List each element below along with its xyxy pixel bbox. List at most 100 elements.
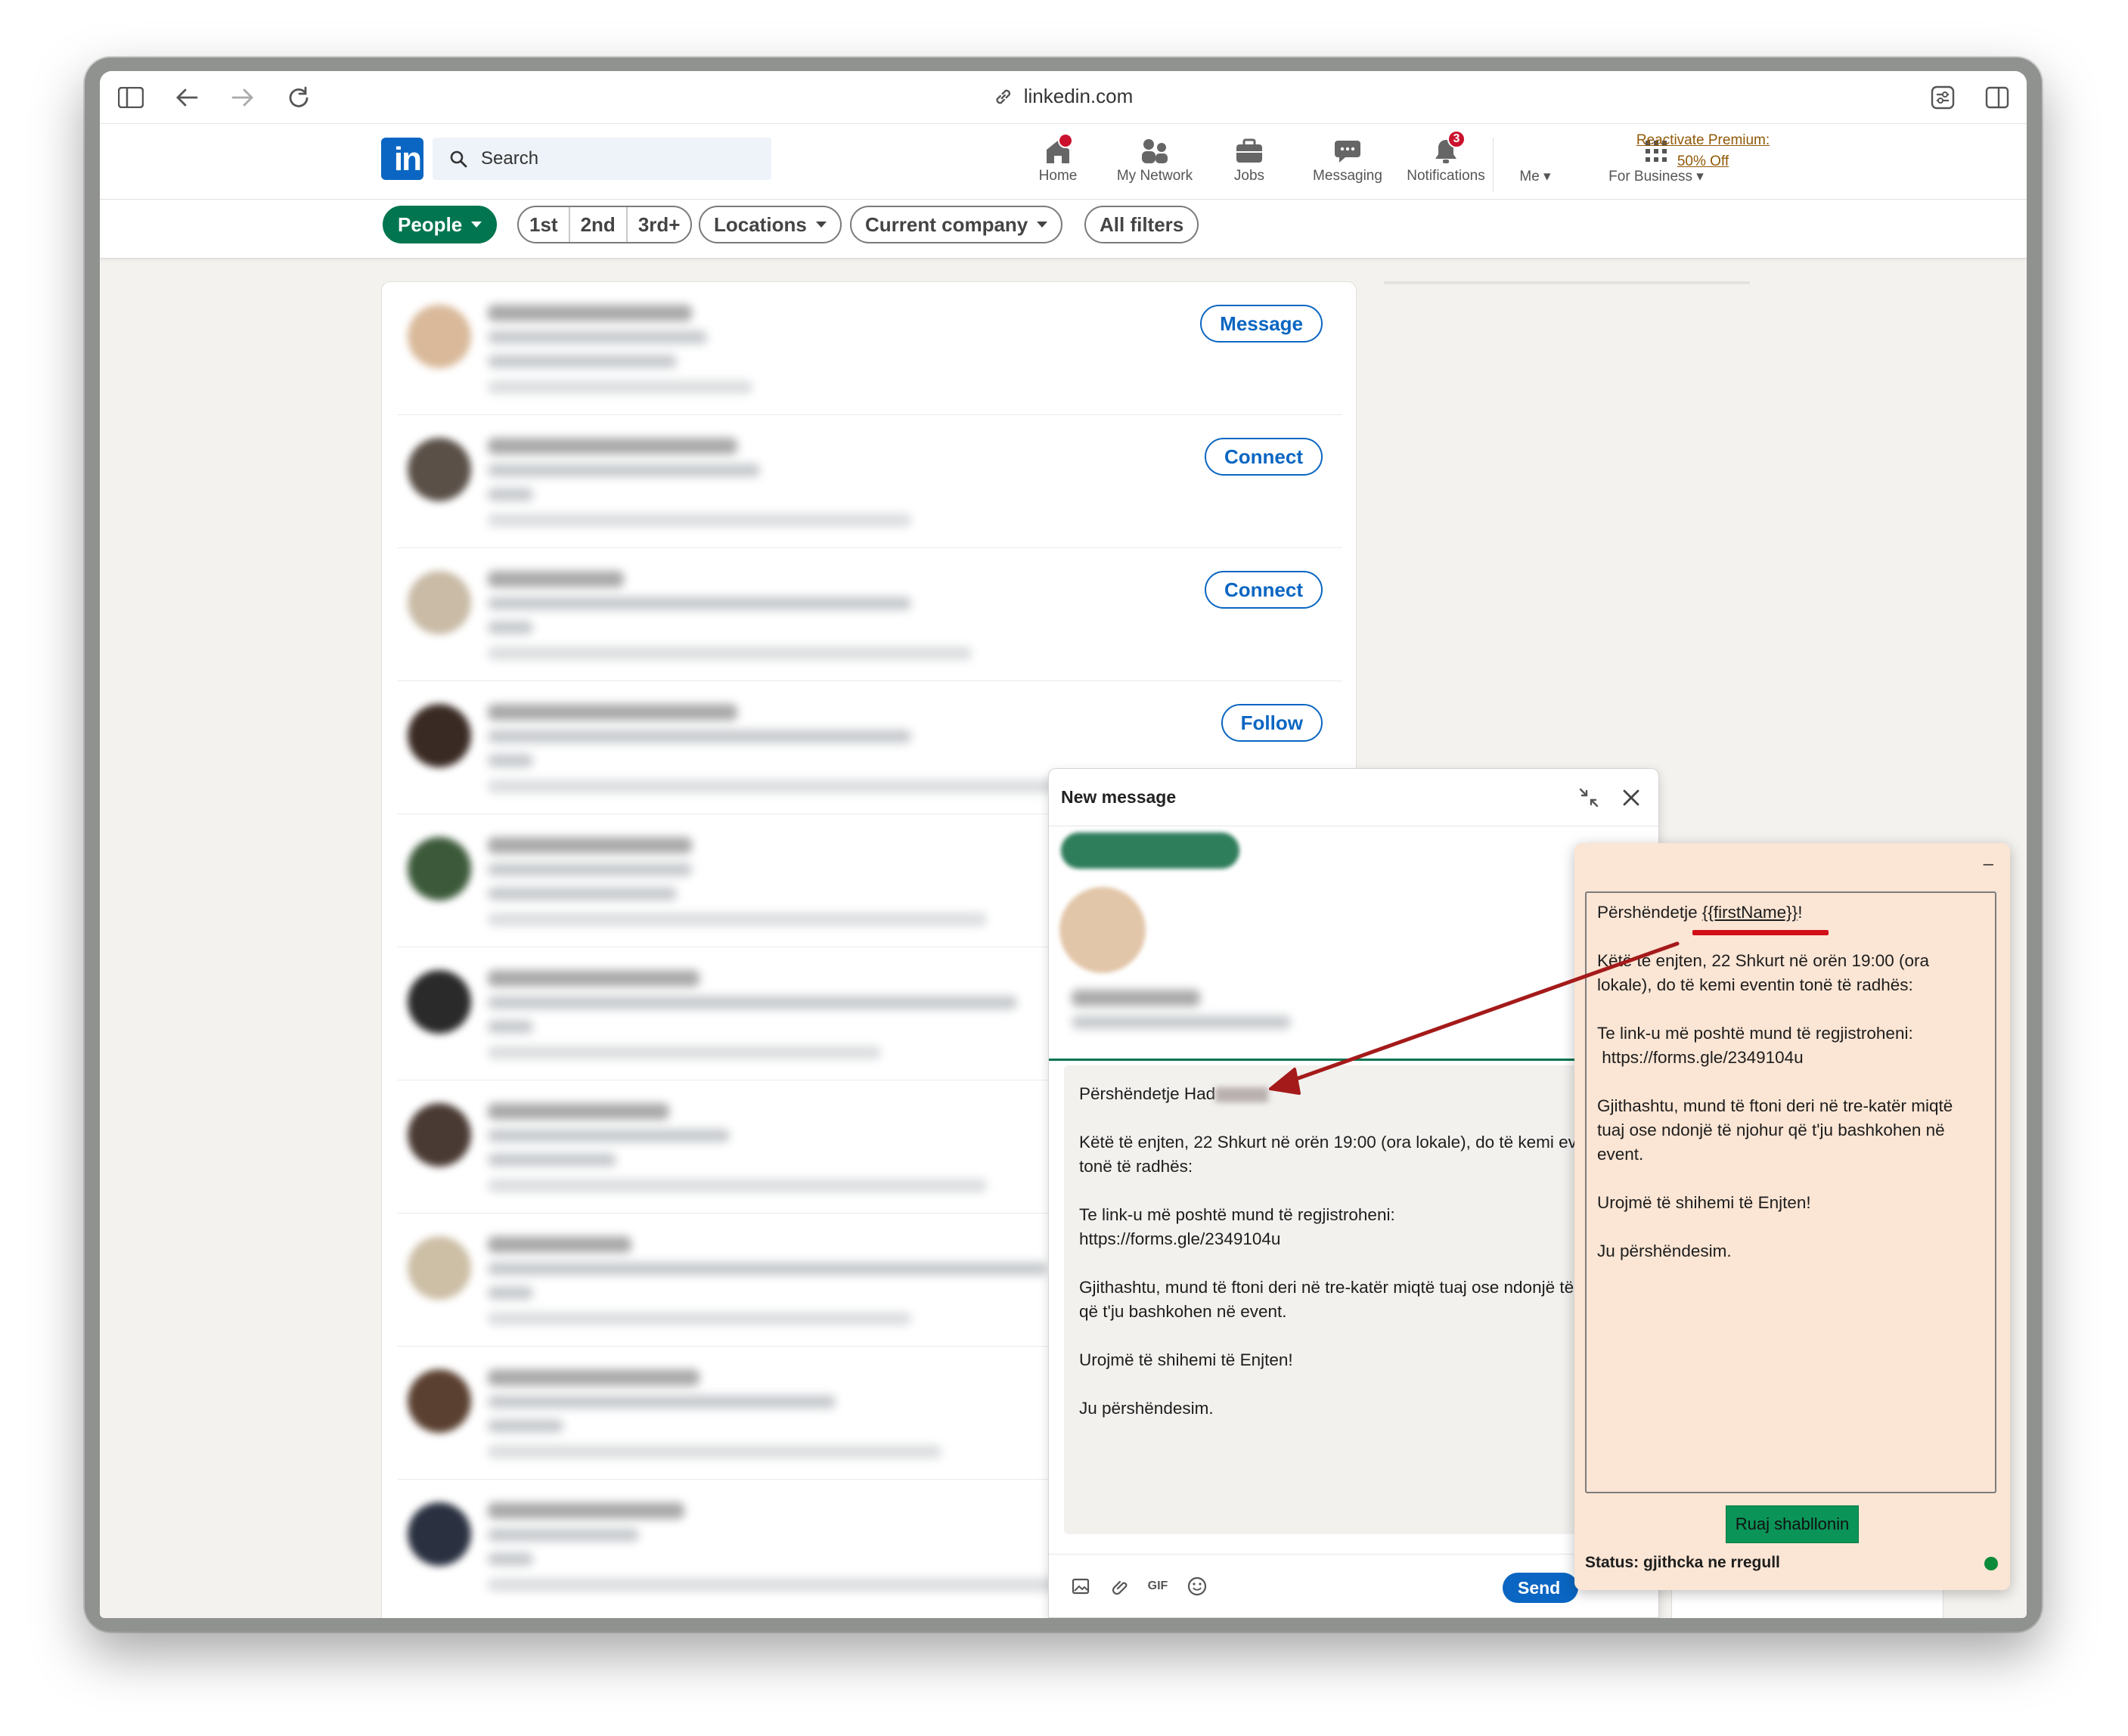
- filter-3rd[interactable]: 3rd+: [628, 207, 691, 242]
- nav-jobs-label: Jobs: [1233, 168, 1265, 184]
- notifications-count: 3: [1447, 130, 1466, 148]
- blurred-connections: [488, 780, 1062, 793]
- linkedin-header: in Search Home My Network Jobs Messaging…: [100, 124, 2027, 200]
- message-textarea[interactable]: Përshëndetje Had Këtë të enjten, 22 Shku…: [1064, 1065, 1646, 1534]
- blurred-location: [488, 887, 677, 901]
- recipient-chip[interactable]: [1061, 832, 1239, 869]
- filter-2nd[interactable]: 2nd: [570, 207, 628, 242]
- close-icon[interactable]: [1618, 784, 1645, 811]
- avatar: [408, 704, 471, 767]
- filter-1st[interactable]: 1st: [519, 207, 570, 242]
- template-placeholder-token: {{firstName}}: [1701, 903, 1798, 922]
- avatar: [408, 305, 471, 368]
- message-header: New message: [1049, 769, 1658, 826]
- avatar-icon: [1518, 135, 1552, 168]
- extension-settings-icon[interactable]: [1928, 83, 1957, 112]
- result-row[interactable]: Connect: [397, 415, 1342, 548]
- minimize-icon[interactable]: [1575, 784, 1602, 811]
- blurred-name: [488, 305, 692, 321]
- nav-jobs[interactable]: Jobs: [1219, 135, 1280, 195]
- blurred-headline: [488, 863, 692, 876]
- status-text: Status: gjithcka ne rregull: [1585, 1554, 1780, 1571]
- back-arrow-icon[interactable]: [172, 83, 201, 112]
- blurred-connections: [488, 1179, 987, 1192]
- network-icon: [1138, 135, 1171, 168]
- split-view-icon[interactable]: [1983, 83, 2012, 112]
- blurred-name: [488, 1236, 631, 1253]
- nav-home[interactable]: Home: [1024, 133, 1092, 195]
- avatar: [408, 1236, 471, 1300]
- blurred-name: [488, 571, 624, 587]
- avatar: [408, 837, 471, 901]
- filter-locations-label: Locations: [714, 212, 807, 236]
- sidebar-toggle-icon[interactable]: [116, 83, 145, 112]
- template-body-text: Këtë të enjten, 22 Shkurt në orën 19:00 …: [1597, 951, 1953, 1260]
- nav-messaging[interactable]: Messaging: [1302, 135, 1393, 195]
- nav-home-label: Home: [1038, 168, 1078, 184]
- blurred-headline: [1072, 1015, 1291, 1029]
- connect-button[interactable]: Connect: [1205, 438, 1323, 476]
- blurred-connections: [488, 380, 752, 394]
- blurred-connections: [488, 513, 911, 527]
- blurred-connections: [488, 1445, 941, 1459]
- filter-current-company[interactable]: Current company: [850, 206, 1063, 243]
- message-title: New message: [1061, 787, 1177, 807]
- redacted-name: [1215, 1087, 1269, 1103]
- template-textarea[interactable]: Përshëndetje {{firstName}}! Këtë të enjt…: [1585, 891, 1996, 1493]
- filter-people[interactable]: People: [383, 206, 498, 243]
- attachment-icon[interactable]: [1108, 1574, 1132, 1598]
- result-row[interactable]: Message: [397, 282, 1342, 415]
- avatar: [408, 1369, 471, 1433]
- blurred-headline: [488, 1528, 639, 1542]
- nav-notifications[interactable]: 3 Notifications: [1397, 130, 1495, 195]
- result-row[interactable]: Connect: [397, 548, 1342, 681]
- forward-arrow-icon[interactable]: [228, 83, 257, 112]
- minimize-panel-button[interactable]: –: [1984, 854, 1993, 875]
- follow-button[interactable]: Follow: [1221, 704, 1323, 742]
- link-icon: [996, 89, 1011, 104]
- messaging-icon: [1331, 135, 1364, 168]
- blurred-headline: [488, 330, 707, 344]
- premium-link[interactable]: Reactivate Premium: 50% Off: [1635, 130, 1771, 172]
- annotation-underline: [1692, 930, 1829, 935]
- status-indicator: [1984, 1557, 1998, 1570]
- blurred-location: [488, 355, 677, 368]
- blurred-connections: [488, 646, 972, 660]
- blurred-headline: [488, 1129, 730, 1142]
- blurred-name: [488, 1369, 700, 1386]
- connect-button[interactable]: Connect: [1205, 571, 1323, 609]
- avatar: [408, 1502, 471, 1566]
- blurred-location: [488, 754, 533, 767]
- address-bar[interactable]: linkedin.com: [994, 85, 1133, 108]
- filter-locations[interactable]: Locations: [699, 206, 842, 243]
- template-greeting-suffix: !: [1798, 903, 1803, 922]
- gif-icon[interactable]: GIF: [1146, 1574, 1170, 1598]
- nav-notifications-label: Notifications: [1407, 168, 1485, 184]
- briefcase-icon: [1233, 135, 1266, 168]
- search-filter-bar: People 1st 2nd 3rd+ Locations Current co…: [100, 200, 2027, 259]
- blurred-location: [488, 1286, 533, 1300]
- right-rail-divider: [1384, 281, 1750, 284]
- linkedin-logo[interactable]: in: [381, 138, 423, 180]
- blurred-name: [488, 970, 700, 987]
- blurred-headline: [488, 1395, 836, 1409]
- filter-connection-degree: 1st 2nd 3rd+: [517, 206, 693, 243]
- blurred-location: [488, 1020, 533, 1034]
- blurred-connections: [488, 913, 987, 926]
- search-icon: [450, 150, 467, 168]
- chevron-down-icon: [815, 222, 827, 228]
- reload-icon[interactable]: [284, 83, 313, 112]
- avatar: [408, 571, 471, 634]
- message-button[interactable]: Message: [1200, 305, 1323, 343]
- search-input[interactable]: Search: [433, 138, 771, 180]
- save-template-button[interactable]: Ruaj shabllonin: [1726, 1505, 1859, 1543]
- filter-all[interactable]: All filters: [1084, 206, 1199, 243]
- send-button[interactable]: Send: [1503, 1573, 1578, 1603]
- emoji-icon[interactable]: [1185, 1574, 1209, 1598]
- avatar: [1059, 887, 1146, 973]
- home-icon: [1041, 133, 1075, 168]
- blurred-location: [488, 621, 533, 634]
- image-icon[interactable]: [1069, 1574, 1093, 1598]
- blurred-name: [488, 837, 692, 854]
- nav-my-network[interactable]: My Network: [1106, 135, 1204, 195]
